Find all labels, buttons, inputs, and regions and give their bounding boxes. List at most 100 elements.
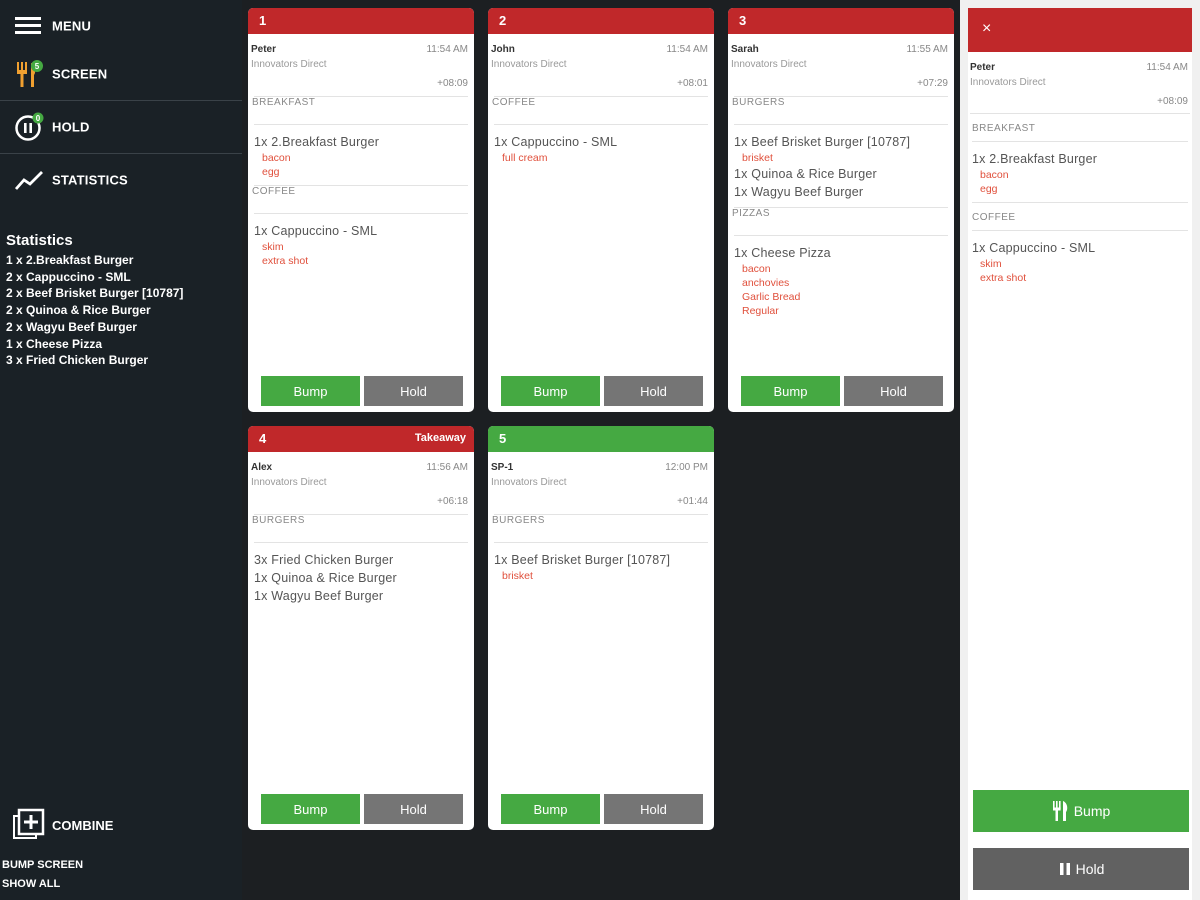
statistics-line: 1 x Cheese Pizza [6,336,103,351]
bump-button[interactable]: Bump [501,376,600,406]
combine-button[interactable]: COMBINE [12,808,212,842]
company-name: Innovators Direct [491,59,567,70]
ticket-header: 1 [248,8,474,34]
order-item: 1x Beef Brisket Burger [10787] [734,135,911,149]
nav-hold[interactable]: 0 HOLD [0,101,242,153]
statistics-line: 2 x Quinoa & Rice Burger [6,303,151,318]
order-ticket[interactable]: 3 Sarah 11:55 AM Innovators Direct +07:29 BUR… [728,8,954,412]
ticket-actions: Bump Hold [501,794,704,824]
hold-button[interactable]: Hold [364,794,463,824]
ticket-number: 5 [499,431,507,446]
bump-screen-link[interactable]: BUMP SCREEN [2,859,83,871]
item-modifier: brisket [742,152,773,164]
item-group: 3x Fried Chicken Burger 1x Quinoa & Rice … [254,543,468,611]
detail-bump-label: Bump [1073,803,1111,819]
order-item: 1x 2.Breakfast Burger [972,152,1098,166]
order-time: 12:00 PM [665,462,708,473]
ticket-body: COFFEE 1x Cappuccino - SML full cream [488,97,714,171]
ticket-meta: Sarah 11:55 AM Innovators Direct +07:29 [731,34,948,97]
statistics-title: Statistics [6,232,73,249]
ticket-actions: Bump Hold [501,376,704,406]
item-modifier: extra shot [980,272,1027,284]
item-modifier: anchovies [742,277,790,289]
category-header: PIZZAS [732,208,948,236]
customer-name: Alex [251,462,273,473]
ticket-header: 2 [488,8,714,34]
customer-name: Peter [970,62,996,73]
pause-icon: 0 [15,112,44,141]
elapsed-time: +06:18 [437,496,468,507]
company-name: Innovators Direct [251,477,327,488]
order-type-tag: Takeaway [414,432,466,444]
menu-button[interactable]: MENU [0,0,242,52]
order-ticket[interactable]: 5 SP-1 12:00 PM Innovators Direct +01:44 BURG… [488,426,714,830]
category-header: COFFEE [252,186,468,214]
ticket-meta: Alex 11:56 AM Innovators Direct +06:18 [251,452,468,515]
show-all-link[interactable]: SHOW ALL [2,878,60,890]
item-group: 1x Cappuccino - SML skim extra shot [972,231,1188,291]
hold-label: HOLD [52,119,90,135]
sidebar: MENU 5 SCREEN 0 HOLD STATISTICS Statisti… [0,0,242,900]
bump-button[interactable]: Bump [261,794,360,824]
item-modifier: bacon [980,169,1009,181]
ticket-header: 4 Takeaway [248,426,474,452]
item-modifier: skim [262,241,284,253]
close-icon[interactable]: × [982,20,991,38]
detail-bump-button[interactable]: Bump [973,790,1189,832]
order-time: 11:54 AM [426,44,468,55]
ticket-number: 2 [499,13,507,28]
bump-button[interactable]: Bump [501,794,600,824]
customer-name: Peter [251,44,277,55]
order-time: 11:55 AM [906,44,948,55]
ticket-header: 3 [728,8,954,34]
category-header: BREAKFAST [972,114,1188,142]
order-item: 1x Cheese Pizza [734,246,831,260]
bump-button[interactable]: Bump [261,376,360,406]
item-modifier: skim [980,258,1002,270]
item-group: 1x Cappuccino - SML full cream [494,125,708,171]
category-header: BURGERS [492,515,708,543]
item-modifier: extra shot [262,255,309,267]
detail-card: × Peter 11:54 AM Innovators Direct +08:0… [968,8,1192,900]
order-ticket[interactable]: 2 John 11:54 AM Innovators Direct +08:01 COFF… [488,8,714,412]
item-group: 1x Beef Brisket Burger [10787] brisket [494,543,708,589]
nav-screen[interactable]: 5 SCREEN [0,48,242,100]
order-item: 1x Quinoa & Rice Burger [734,167,877,181]
customer-name: Sarah [731,44,759,55]
detail-panel: × Peter 11:54 AM Innovators Direct +08:0… [960,0,1200,900]
hold-button[interactable]: Hold [844,376,943,406]
order-ticket[interactable]: 1 Peter 11:54 AM Innovators Direct +08:09 BRE… [248,8,474,412]
item-modifier: brisket [502,570,533,582]
fork-knife-icon [1052,801,1067,821]
nav-statistics[interactable]: STATISTICS [0,154,242,206]
hold-button[interactable]: Hold [604,376,703,406]
screen-label: SCREEN [52,66,108,82]
company-name: Innovators Direct [251,59,327,70]
ticket-header: 5 [488,426,714,452]
hold-button[interactable]: Hold [364,376,463,406]
order-item: 1x Wagyu Beef Burger [254,589,384,603]
ticket-meta: John 11:54 AM Innovators Direct +08:01 [491,34,708,97]
category-header: COFFEE [972,203,1188,231]
hold-button[interactable]: Hold [604,794,703,824]
category-header: BREAKFAST [252,97,468,125]
statistics-line: 3 x Fried Chicken Burger [6,353,149,368]
order-item: 3x Fried Chicken Burger [254,553,394,567]
ticket-meta: SP-1 12:00 PM Innovators Direct +01:44 [491,452,708,515]
order-time: 11:56 AM [426,462,468,473]
item-group: 1x 2.Breakfast Burger bacon egg [972,142,1188,203]
ticket-actions: Bump Hold [261,376,464,406]
category-header: COFFEE [492,97,708,125]
bump-button[interactable]: Bump [741,376,840,406]
order-item: 1x Cappuccino - SML [494,135,618,149]
customer-name: SP-1 [491,462,514,473]
ticket-meta: Peter 11:54 AM Innovators Direct +08:09 [251,34,468,97]
statistics-line: 2 x Cappuccino - SML [6,269,131,284]
order-ticket[interactable]: 4 Takeaway Alex 11:56 AM Innovators Direct +0… [248,426,474,830]
elapsed-time: +08:09 [437,78,468,89]
elapsed-time: +01:44 [677,496,708,507]
statistics-label: STATISTICS [52,172,128,188]
statistics-line: 2 x Wagyu Beef Burger [6,319,137,334]
detail-hold-button[interactable]: Hold [973,848,1189,890]
item-modifier: egg [980,183,998,195]
